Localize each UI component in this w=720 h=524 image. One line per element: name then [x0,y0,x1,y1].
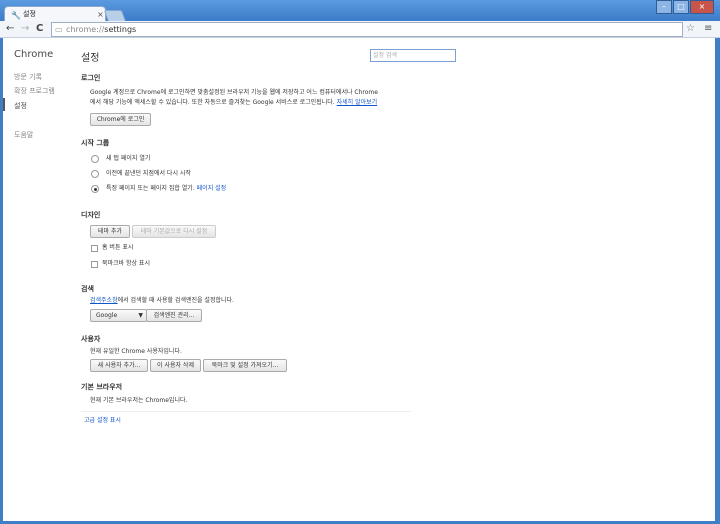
users-desc: 현재 유일한 Chrome 사용자입니다. [90,348,182,355]
page-icon: ▭ [55,25,63,34]
url-text: chrome://settings [66,25,137,34]
delete-user-button[interactable]: 이 사용자 삭제 [150,359,201,372]
title-bar: 🔧 설정 × – □ × [0,0,720,23]
startup-heading: 시작 그룹 [81,139,110,147]
show-advanced-link[interactable]: 고급 설정 표시 [84,415,121,426]
sidebar-title: Chrome [14,49,54,60]
add-user-button[interactable]: 새 사용자 추가... [90,359,148,372]
show-bookmarks-label: 북마크바 항상 표시 [102,260,150,267]
startup-specific-radio[interactable] [91,185,99,193]
default-browser-heading: 기본 브라우저 [81,383,123,391]
startup-newtab-label: 새 탭 페이지 열기 [106,155,151,162]
users-heading: 사용자 [81,335,101,343]
show-home-label: 홈 버튼 표시 [102,244,134,251]
set-pages-link[interactable]: 페이지 설정 [197,185,227,192]
reset-theme-button[interactable]: 테마 기본값으로 다시 설정 [132,225,216,238]
omnibox-link[interactable]: 검색주소창 [90,297,118,304]
maximize-button[interactable]: □ [673,0,689,14]
startup-continue-radio[interactable] [91,170,99,178]
browser-window: 🔧 설정 × – □ × ← → C ▭ chrome://settings ☆… [0,0,720,524]
divider [81,411,411,412]
appearance-heading: 디자인 [81,211,101,219]
sidebar-item-help[interactable]: 도움말 [14,130,33,140]
sign-in-button[interactable]: Chrome에 로그인 [90,113,151,126]
get-themes-button[interactable]: 테마 추가 [90,225,130,238]
address-bar[interactable]: ▭ chrome://settings [51,22,683,37]
startup-continue-label: 이전에 끝낸던 지점에서 다시 시작 [106,170,191,177]
learn-more-link[interactable]: 자세히 알아보기 [337,99,378,106]
sidebar-item-settings[interactable]: 설정 [14,101,27,111]
search-engine-select[interactable]: Google ▼ [90,309,147,322]
show-home-checkbox[interactable] [91,245,98,252]
bookmark-star-icon[interactable]: ☆ [686,21,695,37]
import-bookmarks-button[interactable]: 북마크 및 설정 가져오기... [203,359,287,372]
forward-button[interactable]: → [21,21,29,37]
search-desc: 검색주소창에서 검색할 때 사용할 검색엔진을 설정합니다. [90,297,234,304]
manage-search-engines-button[interactable]: 검색엔진 관리... [146,309,202,322]
close-window-button[interactable]: × [690,0,714,14]
sidebar-item-history[interactable]: 방문 기록 [14,72,42,82]
dropdown-arrow-icon: ▼ [138,312,143,319]
window-controls: – □ × [655,0,714,14]
back-button[interactable]: ← [6,21,14,37]
settings-search-input[interactable]: 설정 검색 [370,49,456,62]
default-browser-desc: 현재 기본 브라우저는 Chrome입니다. [90,397,188,404]
search-heading: 검색 [81,285,94,293]
tab-close-icon[interactable]: × [97,7,104,22]
tab-title: 설정 [23,10,36,18]
reload-button[interactable]: C [36,21,43,37]
browser-toolbar: ← → C ▭ chrome://settings ☆ ≡ [0,21,720,38]
login-desc-line2: 에서 해당 기능에 액세스할 수 있습니다. 또한 자동으로 즐겨찾는 Goog… [90,99,378,106]
startup-newtab-radio[interactable] [91,155,99,163]
minimize-button[interactable]: – [656,0,672,14]
startup-specific-label: 특정 페이지 또는 페이지 집합 열기. 페이지 설정 [106,185,227,192]
show-bookmarks-checkbox[interactable] [91,261,98,268]
page-title: 설정 [81,53,100,64]
login-heading: 로그인 [81,74,101,82]
sidebar-item-extensions[interactable]: 확장 프로그램 [14,86,55,96]
sidebar-active-indicator [3,98,5,111]
settings-page: Chrome 방문 기록 확장 프로그램 설정 도움말 설정 설정 검색 로그인… [3,38,715,521]
menu-icon[interactable]: ≡ [704,21,712,37]
